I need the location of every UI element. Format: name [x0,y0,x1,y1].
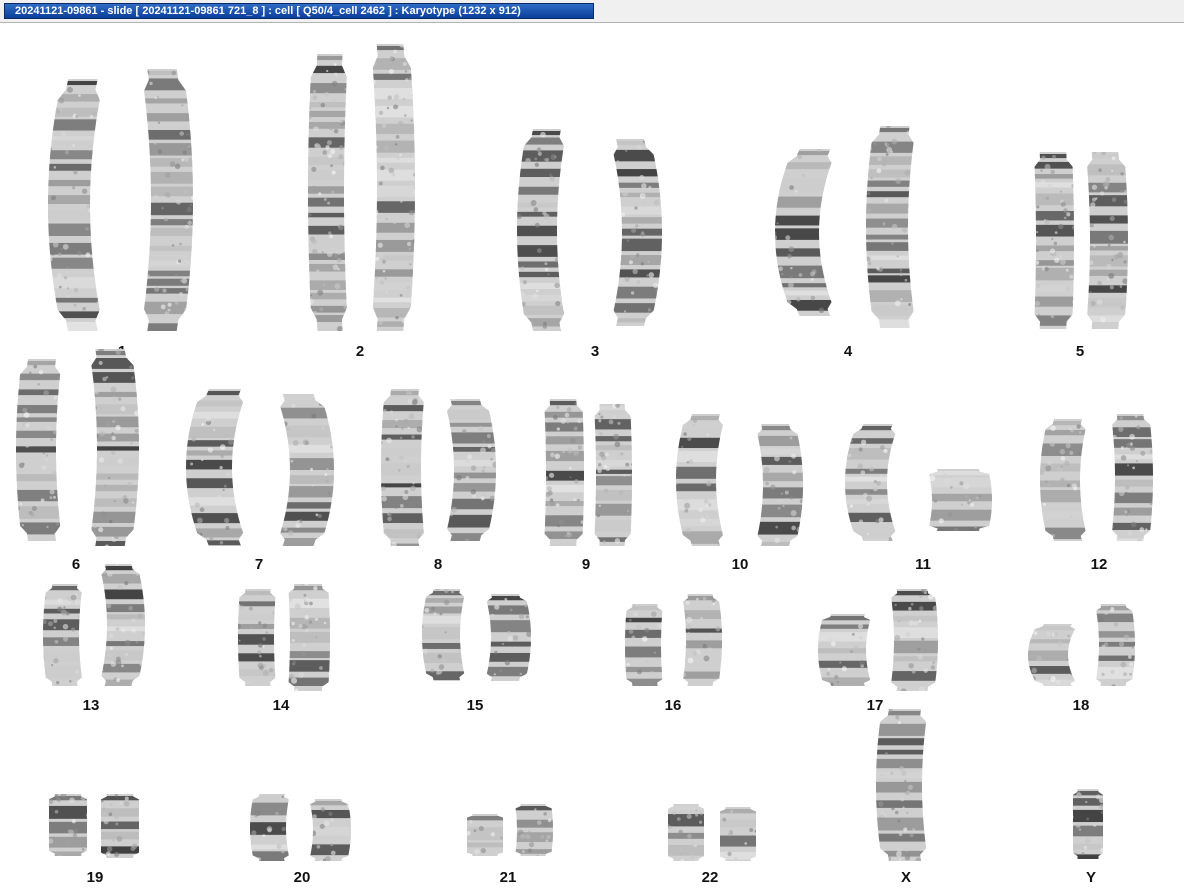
chromosome-19-homolog-2[interactable] [97,790,143,862]
chromosome-12-homolog-1[interactable] [1036,415,1100,545]
chromosome-13-homolog-2[interactable] [87,560,149,690]
chromosome-7-homolog-2[interactable] [258,390,338,550]
chromosome-18-homolog-1[interactable] [1024,620,1092,690]
window-title-bar: 20241121-09861 - slide [ 20241121-09861 … [0,0,1184,23]
window-title-tab[interactable]: 20241121-09861 - slide [ 20241121-09861 … [4,3,594,19]
chromosome-16-homolog-1[interactable] [621,600,669,690]
chromosome-21-homolog-2[interactable] [509,800,557,860]
chromosome-20-homolog-1[interactable] [246,790,298,865]
chromosome-6-homolog-1[interactable] [12,355,72,545]
chromosome-20-homolog-2[interactable] [301,795,355,865]
chromosome-3-homolog-1[interactable] [513,125,581,335]
chromosome-11-homolog-1[interactable] [841,420,915,545]
chromosome-label-7: 7 [254,556,264,573]
chromosome-2-homolog-2[interactable] [361,40,419,335]
chromosome-14-homolog-1[interactable] [234,585,282,690]
chromosome-14-homolog-2[interactable] [282,580,334,695]
chromosome-6-homolog-2[interactable] [77,345,143,550]
chromosome-21-homolog-1[interactable] [463,810,507,860]
chromosome-label-X: X [900,869,911,886]
chromosome-label-20: 20 [293,869,311,886]
window-title: 20241121-09861 - slide [ 20241121-09861 … [15,5,521,17]
chromosome-Y-homolog-1[interactable] [1069,785,1107,863]
chromosome-label-18: 18 [1072,697,1090,714]
chromosome-15-homolog-1[interactable] [418,585,476,685]
chromosome-4-homolog-1[interactable] [771,145,859,320]
chromosome-12-homolog-2[interactable] [1103,410,1157,545]
chromosome-1-homolog-2[interactable] [127,65,197,335]
chromosome-9-homolog-2[interactable] [588,400,636,550]
chromosome-17-homolog-1[interactable] [814,610,882,690]
chromosome-13-homolog-1[interactable] [39,580,91,690]
chromosome-2-homolog-1[interactable] [304,50,356,335]
chromosome-11-homolog-2[interactable] [920,465,996,535]
chromosome-label-13: 13 [82,697,100,714]
chromosome-label-14: 14 [272,697,290,714]
chromosome-label-16: 16 [664,697,682,714]
karyogram-panel: 12345678910111213141516171819202122XY [0,22,1184,895]
chromosome-5-homolog-2[interactable] [1078,148,1132,333]
chromosome-label-19: 19 [86,869,104,886]
chromosome-label-Y: Y [1085,869,1096,886]
chromosome-22-homolog-2[interactable] [716,803,760,865]
chromosome-label-3: 3 [590,343,600,360]
chromosome-label-5: 5 [1075,343,1085,360]
chromosome-label-4: 4 [843,343,853,360]
chromosome-7-homolog-1[interactable] [182,385,268,550]
chromosome-18-homolog-2[interactable] [1087,600,1139,690]
chromosome-16-homolog-2[interactable] [674,590,726,690]
chromosome-1-homolog-1[interactable] [44,75,122,335]
chromosome-X-homolog-1[interactable] [872,705,938,865]
chromosome-label-22: 22 [701,869,719,886]
chromosome-3-homolog-2[interactable] [594,135,666,330]
chromosome-9-homolog-1[interactable] [538,395,588,550]
chromosome-15-homolog-2[interactable] [475,590,535,685]
chromosome-label-12: 12 [1090,556,1108,573]
chromosome-label-10: 10 [731,556,749,573]
chromosome-5-homolog-1[interactable] [1028,148,1078,333]
chromosome-8-homolog-2[interactable] [430,395,500,545]
chromosome-label-21: 21 [499,869,517,886]
chromosome-19-homolog-1[interactable] [45,790,91,860]
chromosome-17-homolog-2[interactable] [882,585,942,695]
chromosome-4-homolog-2[interactable] [862,122,928,332]
chromosome-label-8: 8 [433,556,443,573]
chromosome-label-2: 2 [355,343,365,360]
chromosome-label-15: 15 [466,697,484,714]
chromosome-8-homolog-1[interactable] [377,385,433,550]
chromosome-label-11: 11 [915,556,931,573]
chromosome-label-9: 9 [581,556,591,573]
chromosome-10-homolog-1[interactable] [672,410,740,550]
chromosome-10-homolog-2[interactable] [743,420,807,550]
chromosome-22-homolog-1[interactable] [664,800,708,865]
